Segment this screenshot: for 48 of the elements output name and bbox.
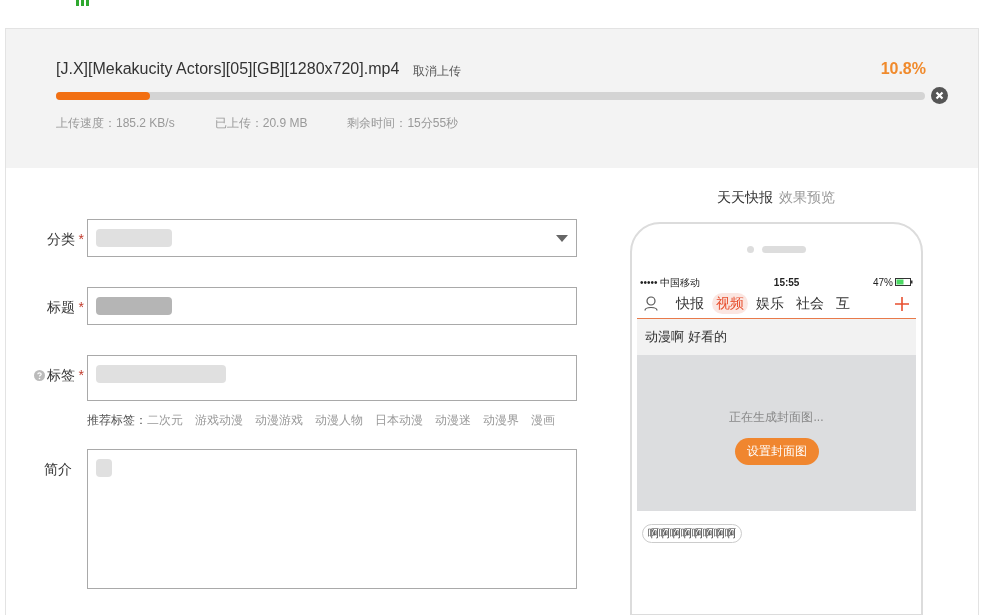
field-label: 标签: [46, 366, 75, 385]
battery-percent: 47%: [872, 275, 893, 290]
preview-title: 天天快报: [716, 188, 773, 207]
category-select[interactable]: [87, 219, 577, 257]
help-icon[interactable]: [33, 370, 45, 381]
recommended-tags-label: 推荐标签：: [87, 412, 147, 429]
file-name: [J.X][Mekakucity Actors][05][GB][1280x720].mp4: [56, 59, 400, 79]
blurred-value: [96, 459, 112, 477]
upload-percent: 10.8%: [880, 59, 926, 79]
close-icon[interactable]: [931, 87, 948, 104]
recommended-tag[interactable]: 漫画: [531, 411, 555, 429]
news-tab[interactable]: 视频: [712, 293, 748, 314]
field-label: 简介: [44, 460, 72, 479]
required-mark: *: [78, 298, 84, 317]
recommended-tag[interactable]: 二次元: [147, 411, 183, 429]
cancel-upload-link[interactable]: 取消上传: [413, 62, 462, 80]
required-mark: *: [78, 366, 84, 385]
upload-stat: 剩余时间：15分55秒: [347, 115, 459, 132]
description-field[interactable]: [87, 449, 577, 589]
set-cover-button[interactable]: 设置封面图: [734, 437, 819, 465]
headline-text: 动漫啊 好看的: [645, 328, 727, 347]
recommended-tag[interactable]: 动漫迷: [435, 411, 471, 429]
recommended-tag[interactable]: 动漫游戏: [255, 411, 303, 429]
upload-stat: 已上传：20.9 MB: [214, 115, 308, 132]
add-icon[interactable]: [895, 296, 909, 311]
battery-icon: [895, 278, 913, 286]
text-field[interactable]: [87, 355, 577, 401]
dropdown-caret-icon: [556, 235, 568, 242]
preview-subtitle: 效果预览: [778, 188, 835, 207]
news-tab[interactable]: 互: [832, 293, 854, 314]
field-label: 标题: [46, 298, 75, 317]
required-mark: *: [78, 230, 84, 249]
field-label: 分类: [46, 230, 75, 249]
speaker-slot: [762, 246, 806, 253]
text-field[interactable]: [87, 287, 577, 325]
signal-icon: [76, 0, 90, 6]
user-icon[interactable]: [644, 296, 658, 311]
upload-stat: 上传速度：185.2 KB/s: [56, 115, 175, 132]
recommended-tag[interactable]: 游戏动漫: [195, 411, 243, 429]
generating-text: 正在生成封面图...: [729, 408, 824, 426]
recommended-tag[interactable]: 动漫界: [483, 411, 519, 429]
status-time: 15:55: [773, 275, 800, 290]
news-tab[interactable]: 娱乐: [752, 293, 788, 314]
carrier-text: ••••• 中国移动: [640, 275, 701, 290]
news-tab[interactable]: 社会: [792, 293, 828, 314]
recommended-tag[interactable]: 动漫人物: [315, 411, 363, 429]
recommended-tag[interactable]: 日本动漫: [375, 411, 423, 429]
news-tab[interactable]: 快报: [672, 293, 708, 314]
